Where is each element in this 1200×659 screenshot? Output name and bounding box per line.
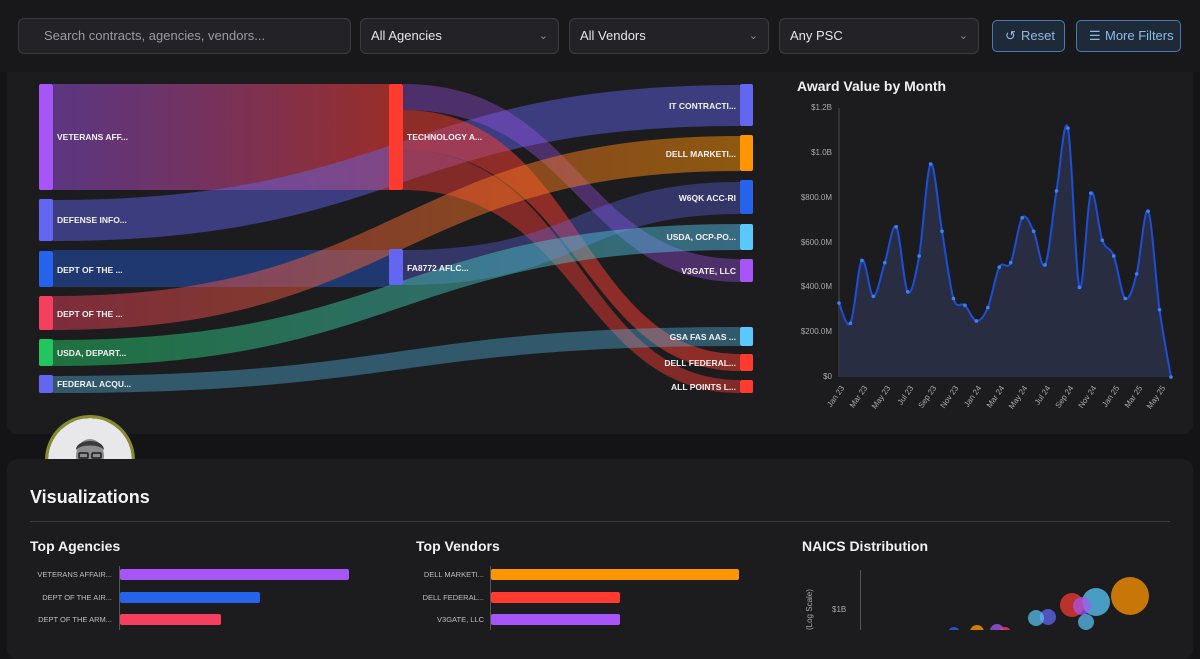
data-point [963, 303, 967, 308]
data-point [1134, 272, 1139, 276]
naics-bubble[interactable] [970, 625, 984, 630]
data-point [1111, 254, 1116, 258]
data-point [837, 301, 841, 305]
top-agencies-title: Top Agencies [30, 538, 121, 554]
top-vendors-title: Top Vendors [416, 538, 500, 554]
naics-y-tick: $1B [832, 605, 847, 614]
data-point [928, 162, 933, 166]
naics-bubble[interactable] [1078, 614, 1094, 630]
data-point [997, 265, 1002, 269]
naics-bubble[interactable] [1028, 610, 1044, 626]
bar-label: DEPT OF THE ARM... [38, 615, 112, 624]
bar[interactable] [491, 569, 739, 580]
bar[interactable] [120, 569, 349, 580]
data-point [940, 229, 944, 234]
bar[interactable] [120, 614, 221, 625]
bar-label: DELL FEDERAL... [422, 592, 484, 602]
data-point [1123, 296, 1128, 301]
data-point [1066, 126, 1070, 130]
naics-title: NAICS Distribution [802, 538, 928, 554]
bar[interactable] [491, 614, 620, 625]
data-point [848, 321, 853, 326]
data-point [1169, 375, 1173, 379]
visualizations-title: Visualizations [30, 487, 150, 507]
series-area [839, 125, 1171, 377]
data-point [860, 258, 864, 263]
data-point [1043, 263, 1047, 267]
data-point [951, 296, 956, 301]
data-point [871, 294, 876, 299]
naics-bubble-chart [948, 577, 1149, 630]
bar-label: V3GATE, LLC [437, 615, 484, 624]
data-point [917, 254, 921, 258]
month-chart [837, 108, 1173, 379]
naics-bubble[interactable] [1111, 577, 1149, 615]
divider [30, 521, 1170, 522]
data-point [882, 260, 887, 265]
data-point [974, 319, 979, 323]
data-point [1077, 285, 1082, 290]
data-point [894, 225, 899, 229]
data-point [1157, 307, 1162, 312]
bar[interactable] [491, 591, 620, 603]
naics-bubble[interactable] [1073, 597, 1091, 615]
data-point [1100, 238, 1105, 243]
naics-y-label: (Log Scale) [805, 589, 814, 630]
data-point [1146, 209, 1150, 213]
data-point [1054, 189, 1059, 193]
data-point [1008, 260, 1013, 265]
data-point [986, 305, 990, 310]
bar-label: VETERANS AFFAIR... [37, 570, 112, 579]
data-point [1089, 191, 1093, 195]
data-point [1031, 229, 1036, 234]
data-point [905, 290, 910, 294]
data-point [1020, 216, 1024, 220]
bar-label: DELL MARKETI... [423, 570, 484, 579]
bar[interactable] [120, 591, 260, 603]
bar-label: DEPT OF THE AIR... [42, 592, 112, 602]
